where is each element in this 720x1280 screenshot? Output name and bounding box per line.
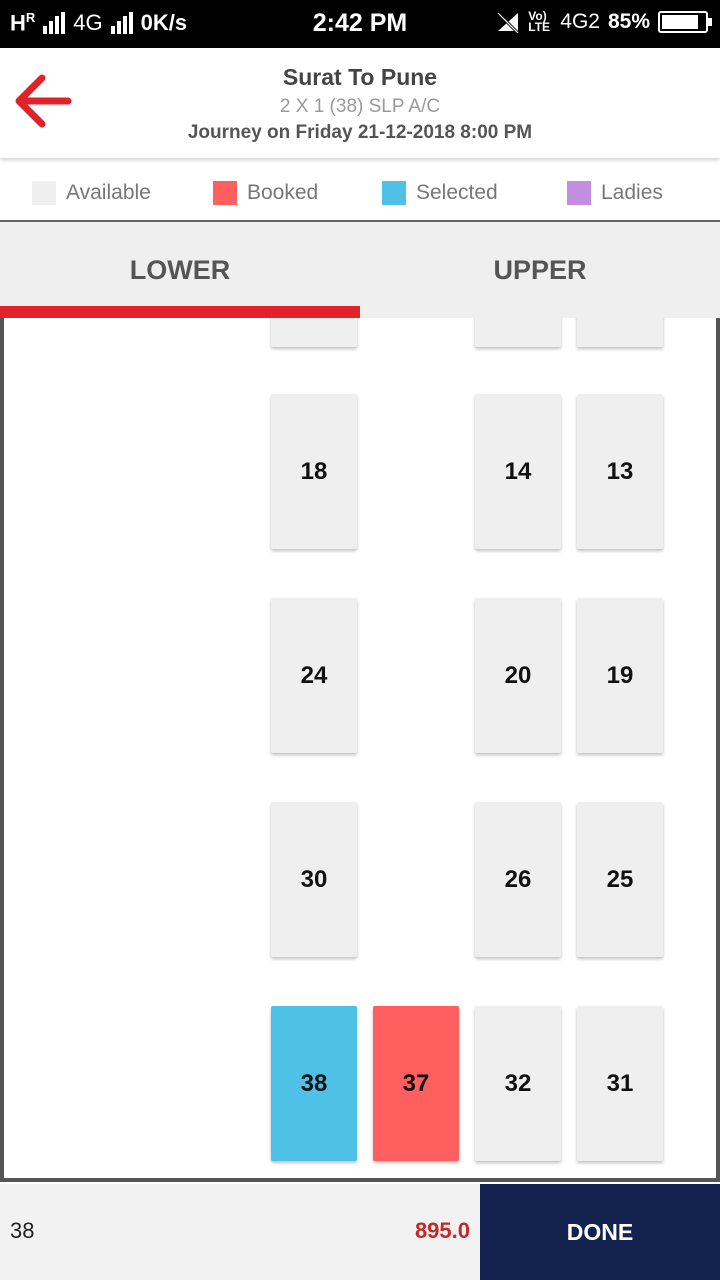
status-right: Vo) LTE 4G2 85% — [496, 9, 712, 34]
tab-upper[interactable]: UPPER — [360, 222, 720, 318]
bus-type: 2 X 1 (38) SLP A/C — [279, 96, 441, 117]
active-tab-indicator — [0, 306, 360, 318]
seat-19[interactable]: 19 — [577, 598, 663, 753]
seat-map: 18 14 13 24 20 19 30 26 25 38 37 32 31 — [0, 318, 720, 1182]
journey-datetime: Journey on Friday 21-12-2018 8:00 PM — [187, 122, 533, 143]
seat-24[interactable]: 24 — [271, 598, 357, 753]
available-swatch — [32, 181, 56, 205]
legend-label: Ladies — [601, 181, 663, 204]
legend-booked: Booked — [213, 181, 318, 205]
seat-legend: Available Booked Selected Ladies — [0, 170, 720, 220]
seat-20[interactable]: 20 — [475, 598, 561, 753]
seat-18[interactable]: 18 — [271, 394, 357, 549]
legend-selected: Selected — [382, 181, 498, 205]
trip-header: Surat To Pune 2 X 1 (38) SLP A/C Journey… — [0, 48, 720, 158]
seat-25[interactable]: 25 — [577, 802, 663, 957]
seat-partial[interactable] — [577, 318, 663, 347]
legend-ladies: Ladies — [567, 181, 663, 205]
no-signal-icon — [497, 11, 520, 33]
ladies-swatch — [567, 181, 591, 205]
seat-30[interactable]: 30 — [271, 802, 357, 957]
booking-footer: 38 895.0 DONE — [0, 1184, 720, 1280]
selected-swatch — [382, 181, 406, 205]
route-title: Surat To Pune — [282, 64, 438, 90]
legend-label: Booked — [247, 181, 319, 204]
seat-37[interactable]: 37 — [373, 1006, 459, 1161]
deck-tabs: LOWER UPPER — [0, 222, 720, 318]
seat-32[interactable]: 32 — [475, 1006, 561, 1161]
done-button[interactable]: DONE — [480, 1184, 720, 1280]
fare-amount: 895.0 — [414, 1218, 470, 1243]
tab-lower[interactable]: LOWER — [0, 222, 360, 318]
seat-26[interactable]: 26 — [475, 802, 561, 957]
seat-partial[interactable] — [475, 318, 561, 347]
legend-available: Available — [32, 181, 151, 205]
seat-38[interactable]: 38 — [271, 1006, 357, 1161]
seat-31[interactable]: 31 — [577, 1006, 663, 1161]
battery-icon — [658, 11, 712, 33]
network-type-2-label: 4G2 — [560, 10, 600, 33]
status-bar: HR 4G 0K/s 2:42 PM Vo) LTE 4G2 85% — [0, 0, 720, 48]
selected-seat-number: 38 — [10, 1218, 35, 1243]
seat-13[interactable]: 13 — [577, 394, 663, 549]
legend-label: Available — [66, 181, 151, 204]
battery-fill — [662, 15, 698, 29]
booked-swatch — [213, 181, 237, 205]
seat-14[interactable]: 14 — [475, 394, 561, 549]
battery-percent: 85% — [607, 10, 650, 33]
seat-partial[interactable] — [271, 318, 357, 347]
volte-label: Vo) LTE — [528, 9, 551, 34]
legend-label: Selected — [416, 181, 498, 204]
